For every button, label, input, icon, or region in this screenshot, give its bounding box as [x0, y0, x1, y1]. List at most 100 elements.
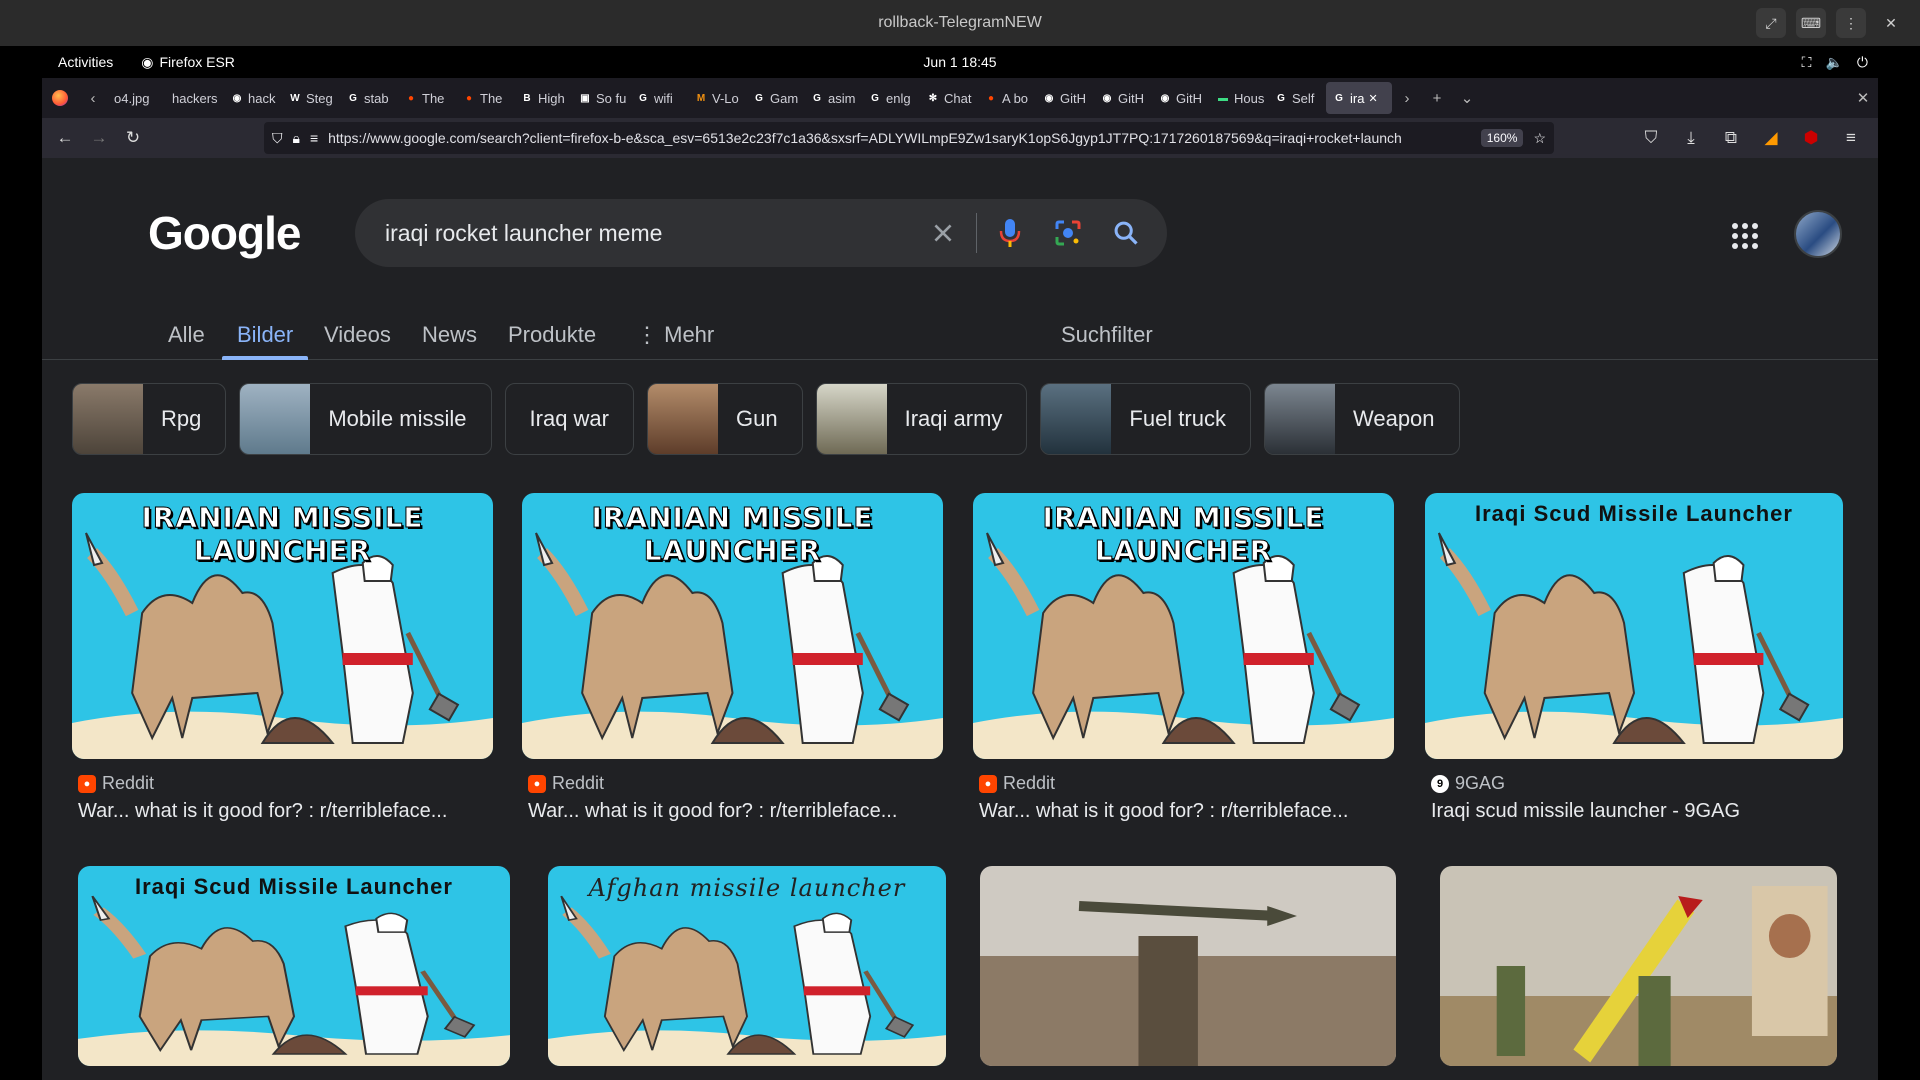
network-icon[interactable]: ⛶: [1802, 54, 1812, 71]
close-window-icon[interactable]: ✕: [1876, 8, 1906, 38]
avatar[interactable]: [1794, 210, 1842, 258]
refinement-chip[interactable]: Gun: [647, 383, 803, 455]
image-result[interactable]: [1440, 866, 1837, 1066]
app-menu[interactable]: ◉ Firefox ESR: [141, 54, 235, 71]
ublock-icon[interactable]: ⬢: [1794, 122, 1828, 154]
bookmark-star-icon[interactable]: ☆: [1533, 130, 1546, 147]
google-apps-icon[interactable]: [1732, 223, 1758, 249]
lens-icon[interactable]: [1039, 204, 1097, 262]
browser-tab[interactable]: ◉ GitH: [1152, 82, 1208, 114]
tab-videos[interactable]: Videos: [324, 322, 391, 348]
image-result[interactable]: IRANIAN MISSILE LAUNCHER ● Reddit War... wh…: [973, 493, 1394, 823]
tab-alle[interactable]: Alle: [168, 322, 205, 348]
result-source[interactable]: ● Reddit: [522, 773, 943, 794]
browser-tab[interactable]: ◉ GitH: [1094, 82, 1150, 114]
tracking-shield-icon[interactable]: ⛉: [272, 130, 283, 147]
refinement-chip[interactable]: Weapon: [1263, 383, 1460, 455]
image-result[interactable]: Iraqi Scud Missile Launcher 9 9GAG Iraqi sc…: [1425, 493, 1843, 823]
browser-tab[interactable]: ◉ GitH: [1036, 82, 1092, 114]
url-text[interactable]: https://www.google.com/search?client=fir…: [328, 130, 1471, 146]
image-result[interactable]: [980, 866, 1396, 1066]
result-image[interactable]: [1440, 866, 1837, 1066]
tab-scroll-left-icon[interactable]: ‹: [78, 78, 108, 118]
browser-tab[interactable]: ● The: [456, 82, 512, 114]
menu-icon[interactable]: ≡: [1834, 122, 1868, 154]
browser-tab[interactable]: Gira ✕: [1326, 82, 1392, 114]
browser-tab[interactable]: hackers: [166, 82, 222, 114]
close-tab-icon[interactable]: ✕: [1368, 92, 1377, 105]
result-image[interactable]: IRANIAN MISSILE LAUNCHER: [522, 493, 943, 759]
tab-bilder[interactable]: Bilder: [237, 322, 293, 348]
permissions-icon[interactable]: ≡: [310, 130, 318, 146]
browser-tab[interactable]: ▬ Hous: [1210, 82, 1266, 114]
browser-tab[interactable]: W Steg: [282, 82, 338, 114]
window-menu-icon[interactable]: ⋮: [1836, 8, 1866, 38]
new-tab-icon[interactable]: +: [1422, 78, 1452, 118]
microphone-icon[interactable]: [981, 204, 1039, 262]
result-image[interactable]: Afghan missile launcher: [548, 866, 946, 1066]
browser-tab[interactable]: ◉ hack: [224, 82, 280, 114]
result-source[interactable]: ● Reddit: [973, 773, 1394, 794]
browser-tab[interactable]: M V-Lo: [688, 82, 744, 114]
browser-tab[interactable]: G Self: [1268, 82, 1324, 114]
firefox-view-icon[interactable]: [42, 78, 78, 118]
fullscreen-icon[interactable]: ⤢: [1756, 8, 1786, 38]
downloads-icon[interactable]: ⤓: [1674, 122, 1708, 154]
tab-news[interactable]: News: [422, 322, 477, 348]
forward-icon[interactable]: →: [82, 122, 116, 154]
search-input[interactable]: iraqi rocket launcher meme: [385, 220, 914, 247]
browser-tab[interactable]: o4.jpg: [108, 82, 164, 114]
lock-icon[interactable]: 🔒︎: [293, 130, 300, 147]
list-tabs-icon[interactable]: ⌄: [1452, 78, 1482, 118]
browser-tab[interactable]: ● A bo: [978, 82, 1034, 114]
search-box[interactable]: iraqi rocket launcher meme: [355, 199, 1167, 267]
search-icon[interactable]: [1097, 204, 1155, 262]
result-source[interactable]: ● Reddit: [72, 773, 493, 794]
clear-icon[interactable]: [914, 204, 972, 262]
keyboard-icon[interactable]: ⌨: [1796, 8, 1826, 38]
pocket-icon[interactable]: ⛉: [1634, 122, 1668, 154]
reload-icon[interactable]: ↻: [116, 122, 150, 154]
result-title[interactable]: War... what is it good for? : r/terrible…: [973, 800, 1394, 823]
result-image[interactable]: Iraqi Scud Missile Launcher: [1425, 493, 1843, 759]
power-icon[interactable]: ⏻: [1857, 54, 1868, 71]
zoom-indicator[interactable]: 160%: [1480, 129, 1524, 147]
clock[interactable]: Jun 1 18:45: [923, 54, 996, 70]
browser-tab[interactable]: Gasim: [804, 82, 860, 114]
browser-tab[interactable]: ● The: [398, 82, 454, 114]
browser-tab[interactable]: Gwifi: [630, 82, 686, 114]
result-image[interactable]: Iraqi Scud Missile Launcher: [78, 866, 510, 1066]
refinement-chip[interactable]: Fuel truck: [1040, 383, 1251, 455]
refinement-chip[interactable]: Mobile missile: [239, 383, 492, 455]
result-image[interactable]: IRANIAN MISSILE LAUNCHER: [973, 493, 1394, 759]
browser-tab[interactable]: G Gam: [746, 82, 802, 114]
image-result[interactable]: IRANIAN MISSILE LAUNCHER ● Reddit War... wh…: [72, 493, 493, 823]
back-icon[interactable]: ←: [48, 122, 82, 154]
result-title[interactable]: Iraqi scud missile launcher - 9GAG: [1425, 800, 1843, 823]
browser-tab[interactable]: ✻ Chat: [920, 82, 976, 114]
search-filter-button[interactable]: Suchfilter: [1061, 322, 1153, 348]
close-browser-icon[interactable]: ✕: [1848, 78, 1878, 118]
tab-scroll-right-icon[interactable]: ›: [1392, 78, 1422, 118]
refinement-chip[interactable]: Iraqi army: [815, 383, 1028, 455]
tab-produkte[interactable]: Produkte: [508, 322, 596, 348]
url-bar[interactable]: ⛉ 🔒︎ ≡ https://www.google.com/search?cli…: [264, 122, 1554, 154]
image-result[interactable]: Iraqi Scud Missile Launcher: [78, 866, 510, 1066]
activities-button[interactable]: Activities: [58, 54, 113, 70]
result-source[interactable]: 9 9GAG: [1425, 773, 1843, 794]
google-logo[interactable]: Google: [148, 206, 301, 260]
extension-icon[interactable]: ◢: [1754, 122, 1788, 154]
extensions-icon[interactable]: ⧉: [1714, 122, 1748, 154]
result-title[interactable]: War... what is it good for? : r/terrible…: [522, 800, 943, 823]
browser-tab[interactable]: B High: [514, 82, 570, 114]
volume-icon[interactable]: 🔈: [1825, 54, 1842, 71]
browser-tab[interactable]: Genlg: [862, 82, 918, 114]
image-result[interactable]: Afghan missile launcher: [548, 866, 946, 1066]
refinement-chip[interactable]: Rpg: [72, 383, 227, 455]
browser-tab[interactable]: Gstab: [340, 82, 396, 114]
result-image[interactable]: IRANIAN MISSILE LAUNCHER: [72, 493, 493, 759]
tab-mehr[interactable]: ⋮ Mehr: [636, 322, 714, 348]
browser-tab[interactable]: ▣ So fu: [572, 82, 628, 114]
result-title[interactable]: War... what is it good for? : r/terrible…: [72, 800, 493, 823]
refinement-chip[interactable]: Iraq war: [504, 383, 634, 455]
